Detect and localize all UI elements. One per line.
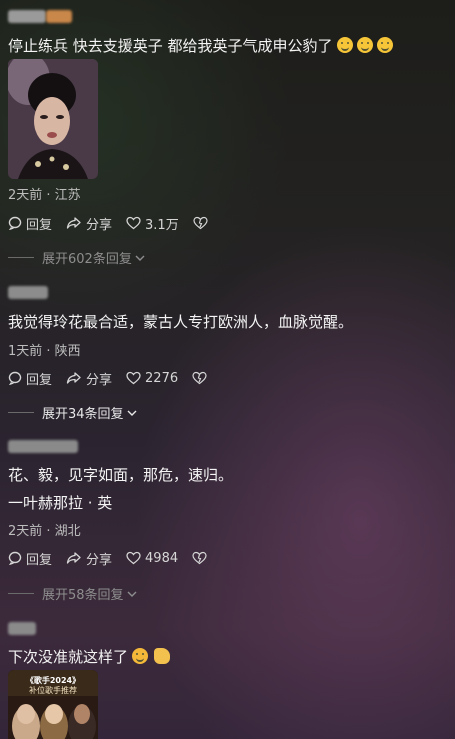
ok-hand-emoji-icon — [154, 648, 171, 664]
like-button[interactable]: 3.1万 — [126, 214, 179, 233]
like-button[interactable]: 2276 — [126, 371, 178, 386]
comment-text: 下次没准就这样了 — [8, 648, 129, 666]
comment-image[interactable] — [8, 59, 98, 179]
comment-text-line-1: 花、毅，见字如面，那危，速归。 — [8, 466, 234, 484]
chevron-down-icon — [135, 255, 145, 261]
dislike-button[interactable] — [193, 216, 212, 230]
tongue-emoji-icon — [336, 37, 353, 53]
reply-button[interactable]: 回复 — [8, 549, 52, 568]
comment-text: 停止练兵 快去支援英子 都给我英子气成申公豹了 — [8, 37, 333, 55]
divider-line — [8, 412, 34, 413]
like-count: 3.1万 — [145, 217, 179, 233]
like-icon — [126, 371, 141, 385]
expand-replies-button[interactable]: 展开58条回复 — [8, 584, 138, 603]
username-blurred[interactable] — [8, 622, 36, 635]
reply-icon — [8, 216, 22, 230]
reply-label: 回复 — [26, 217, 53, 233]
dislike-button[interactable] — [192, 371, 211, 385]
username-blurred[interactable] — [8, 286, 48, 299]
laughing-emoji-icon — [132, 648, 149, 664]
chevron-down-icon — [127, 410, 137, 416]
photo-portrait — [8, 59, 98, 179]
reply-label: 回复 — [26, 552, 53, 568]
share-icon — [66, 372, 81, 384]
comment-image[interactable]: 《歌手2024》 补位歌手推荐 — [8, 670, 98, 739]
tongue-emoji-icon — [356, 37, 373, 53]
comment-text-line-2: 一叶赫那拉 · 英 — [8, 494, 113, 512]
thumb-subtitle: 补位歌手推荐 — [29, 686, 77, 695]
share-button[interactable]: 分享 — [66, 549, 112, 568]
reply-button[interactable]: 回复 — [8, 369, 52, 388]
share-label: 分享 — [86, 552, 113, 568]
expand-replies-button[interactable]: 展开602条回复 — [8, 248, 146, 267]
share-icon — [66, 217, 81, 229]
like-icon — [126, 216, 141, 230]
expand-replies-label: 展开602条回复 — [42, 252, 132, 267]
dislike-icon — [192, 371, 207, 385]
expand-replies-label: 展开34条回复 — [42, 407, 124, 422]
username-blurred[interactable] — [8, 440, 78, 453]
divider-line — [8, 593, 34, 594]
username-blurred-badge — [46, 10, 72, 23]
share-icon — [66, 552, 81, 564]
expand-replies-button[interactable]: 展开34条回复 — [8, 403, 138, 422]
reply-button[interactable]: 回复 — [8, 214, 52, 233]
username-blurred[interactable] — [8, 10, 46, 23]
divider-line — [8, 257, 34, 258]
expand-replies-label: 展开58条回复 — [42, 588, 124, 603]
reply-label: 回复 — [26, 372, 53, 388]
dislike-icon — [192, 551, 207, 565]
comment-meta: 2天前 · 湖北 — [8, 524, 81, 539]
like-icon — [126, 551, 141, 565]
share-button[interactable]: 分享 — [66, 369, 112, 388]
share-label: 分享 — [86, 217, 113, 233]
like-count: 2276 — [145, 370, 179, 386]
share-button[interactable]: 分享 — [66, 214, 112, 233]
like-button[interactable]: 4984 — [126, 551, 178, 566]
dislike-icon — [193, 216, 208, 230]
reply-icon — [8, 551, 22, 565]
comment-text: 我觉得玲花最合适，蒙古人专打欧洲人，血脉觉醒。 — [8, 313, 354, 331]
chevron-down-icon — [127, 591, 137, 597]
dislike-button[interactable] — [192, 551, 211, 565]
like-count: 4984 — [145, 550, 179, 566]
tongue-emoji-icon — [376, 37, 393, 53]
reply-icon — [8, 371, 22, 385]
comment-meta: 1天前 · 陕西 — [8, 344, 81, 359]
share-label: 分享 — [86, 372, 113, 388]
comment-meta: 2天前 · 江苏 — [8, 188, 81, 203]
